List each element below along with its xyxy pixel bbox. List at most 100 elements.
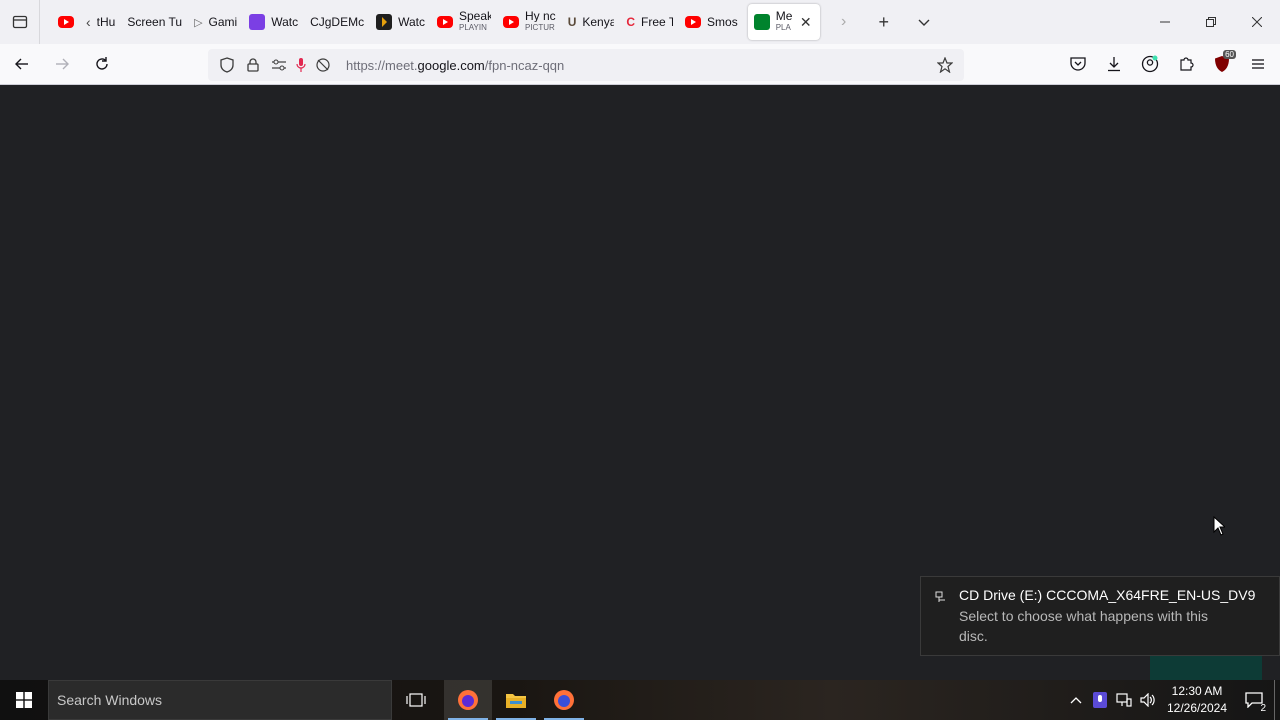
- back-chevron-icon: ‹: [86, 14, 91, 30]
- taskbar-firefox[interactable]: [540, 680, 588, 720]
- search-windows-box[interactable]: Search Windows: [48, 680, 392, 720]
- tab-6[interactable]: CJgDEMc: [304, 4, 370, 40]
- plex-icon: [376, 14, 393, 30]
- tab-12[interactable]: Smos: [679, 4, 744, 40]
- taskbar-clock[interactable]: 12:30 AM 12/26/2024: [1164, 683, 1230, 717]
- autoplay-notification-toast[interactable]: CD Drive (E:) CCCOMA_X64FRE_EN-US_DV9 Se…: [920, 576, 1280, 656]
- pocket-button[interactable]: [1060, 48, 1096, 80]
- camera-blocked-icon[interactable]: [310, 51, 336, 79]
- extensions-button[interactable]: [1168, 48, 1204, 80]
- firefox-view-button[interactable]: [0, 0, 40, 44]
- tab-4[interactable]: ▷ Gami: [188, 4, 243, 40]
- toolbar-right: 60: [1060, 48, 1276, 80]
- back-button[interactable]: [4, 48, 40, 80]
- restore-button[interactable]: [1188, 0, 1234, 44]
- reload-icon: [96, 57, 108, 70]
- tab-9[interactable]: Hy nc PICTUR: [497, 4, 562, 40]
- tab-label: Watc: [398, 15, 425, 29]
- u-logo-icon: U: [567, 15, 577, 29]
- chevron-up-icon: [1070, 697, 1082, 704]
- show-hidden-icons-button[interactable]: [1064, 680, 1088, 720]
- task-view-icon: [406, 693, 426, 707]
- taskbar-file-explorer[interactable]: [492, 680, 540, 720]
- task-view-button[interactable]: [392, 680, 440, 720]
- firefox-view-icon: [12, 15, 27, 29]
- chevron-down-icon: [918, 19, 930, 26]
- navigation-toolbar: https://meet.google.com/fpn-ncaz-qqn 60: [0, 44, 1280, 85]
- window-controls: [1142, 0, 1280, 44]
- tab-label: Free T: [641, 15, 674, 29]
- notification-count: 2: [1260, 703, 1266, 714]
- network-icon[interactable]: [1112, 680, 1136, 720]
- tab-5[interactable]: Watc: [243, 4, 304, 40]
- tab-label: Smos: [707, 15, 738, 29]
- downloads-button[interactable]: [1096, 48, 1132, 80]
- windows-taskbar: Search Windows 12:30 AM 12/26/2024 2: [0, 680, 1280, 720]
- meet-icon: [753, 14, 770, 30]
- new-tab-button[interactable]: +: [864, 0, 904, 44]
- windows-logo-icon: [16, 692, 32, 708]
- search-placeholder: Search Windows: [57, 692, 163, 708]
- puzzle-icon: [1180, 57, 1194, 71]
- tab-label: Hy nc: [525, 11, 556, 22]
- bookmark-star-icon[interactable]: [932, 52, 958, 78]
- tab-label: Me: [775, 11, 792, 22]
- arrow-left-icon: [15, 58, 28, 70]
- extension-badge: 60: [1223, 50, 1236, 59]
- tab-label: Gami: [208, 15, 238, 29]
- toast-body: Select to choose what happens with this …: [959, 608, 1209, 644]
- tab-label: tHu: [96, 15, 116, 29]
- tab-sublabel: PLA: [775, 23, 791, 32]
- folder-icon: [506, 694, 526, 708]
- url-bar[interactable]: https://meet.google.com/fpn-ncaz-qqn: [208, 49, 964, 81]
- action-center-button[interactable]: 2: [1234, 680, 1274, 720]
- url-text[interactable]: https://meet.google.com/fpn-ncaz-qqn: [346, 58, 564, 73]
- minimize-button[interactable]: [1142, 0, 1188, 44]
- clock-time: 12:30 AM: [1171, 684, 1223, 698]
- arrow-right-icon: [56, 58, 69, 70]
- tab-11[interactable]: C Free T: [620, 4, 679, 40]
- hamburger-menu-icon: [1252, 59, 1264, 69]
- app-menu-button[interactable]: [1240, 48, 1276, 80]
- tab-active-meet[interactable]: Me PLA ✕: [747, 4, 820, 40]
- taskbar-firefox-dev[interactable]: [444, 680, 492, 720]
- close-window-button[interactable]: [1234, 0, 1280, 44]
- tab-8[interactable]: Speak PLAYIN: [431, 4, 497, 40]
- youtube-icon: [437, 16, 453, 28]
- toast-title: CD Drive (E:) CCCOMA_X64FRE_EN-US_DV9: [959, 587, 1256, 603]
- firefox-icon: [554, 690, 574, 710]
- shield-icon[interactable]: [214, 51, 240, 79]
- close-icon: [1252, 17, 1262, 27]
- show-desktop-button[interactable]: [1274, 680, 1280, 720]
- tab-2[interactable]: ‹ tHu: [80, 4, 121, 40]
- tab-sublabel: PICTUR: [525, 23, 555, 32]
- cc-logo-icon: C: [626, 15, 636, 29]
- tab-label: Kenya: [582, 15, 615, 29]
- twitch-icon: [249, 14, 266, 30]
- tab-label: CJgDEMc: [310, 15, 365, 29]
- list-all-tabs-button[interactable]: [904, 0, 944, 44]
- tab-10[interactable]: U Kenya: [562, 4, 621, 40]
- plus-icon: +: [878, 11, 889, 32]
- lock-icon[interactable]: [240, 51, 266, 79]
- forward-button[interactable]: [44, 48, 80, 80]
- tab-label: Watc: [271, 15, 299, 29]
- tab-1[interactable]: [52, 4, 80, 40]
- scroll-tabs-right-button[interactable]: ›: [824, 0, 864, 44]
- account-button[interactable]: [1132, 48, 1168, 80]
- microphone-tray-icon[interactable]: [1088, 680, 1112, 720]
- microphone-icon[interactable]: [292, 51, 310, 79]
- youtube-icon: [58, 16, 74, 28]
- firefox-icon: [458, 690, 478, 710]
- tab-3[interactable]: Screen Tu: [121, 4, 188, 40]
- start-button[interactable]: [0, 680, 48, 720]
- ublock-extension-button[interactable]: 60: [1204, 48, 1240, 80]
- youtube-icon: [685, 16, 702, 28]
- permissions-icon[interactable]: [266, 51, 292, 79]
- volume-icon[interactable]: [1136, 680, 1160, 720]
- tab-7[interactable]: Watc: [370, 4, 431, 40]
- reload-button[interactable]: [84, 48, 120, 80]
- download-icon: [1108, 57, 1120, 72]
- tab-strip: ‹ tHu Screen Tu ▷ Gami Watc CJgDEMc Watc…: [0, 0, 1280, 44]
- tab-close-icon[interactable]: ✕: [798, 14, 814, 31]
